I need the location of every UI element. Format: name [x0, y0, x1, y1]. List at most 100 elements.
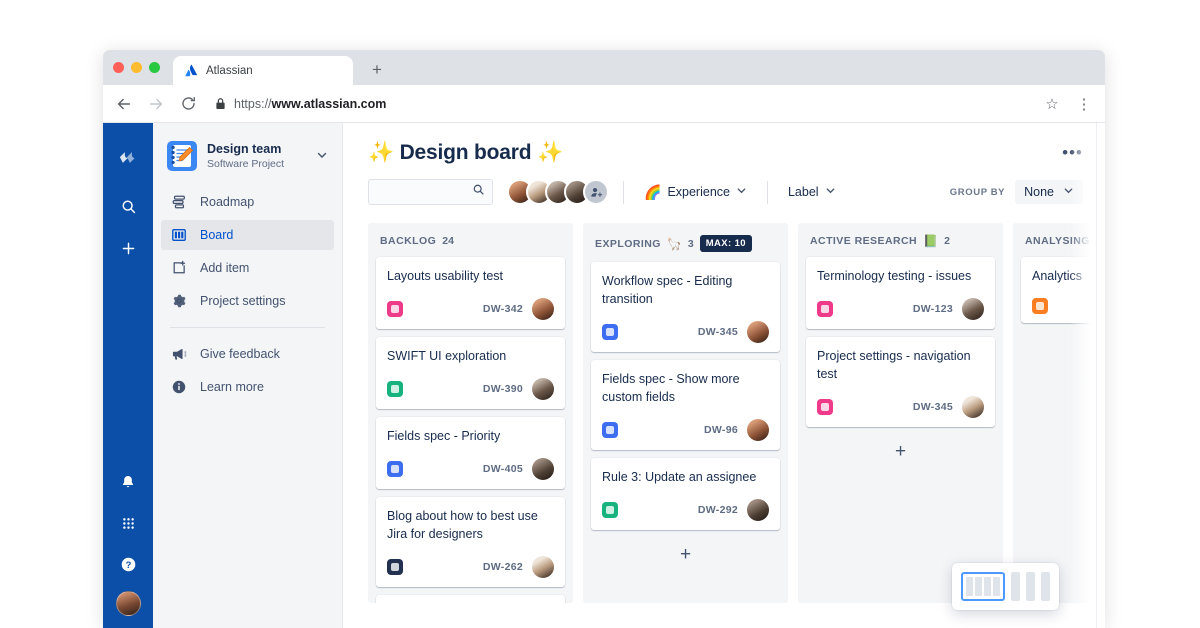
project-subtitle: Software Project — [207, 157, 285, 170]
avatar[interactable] — [532, 298, 554, 320]
sidebar-item-project-settings[interactable]: Project settings — [161, 286, 334, 316]
reload-icon[interactable] — [179, 95, 197, 113]
board-card[interactable]: Project settings - navigation test DW-34… — [806, 337, 995, 427]
llama-icon: 🦙 — [666, 236, 682, 251]
board-card[interactable]: Analytics — [1021, 257, 1105, 323]
avatar[interactable] — [532, 556, 554, 578]
board-icon — [170, 227, 187, 244]
sidebar-item-learn-more[interactable]: Learn more — [161, 372, 334, 402]
add-card-button[interactable]: + — [591, 538, 780, 572]
avatar[interactable] — [532, 458, 554, 480]
group-by-select[interactable]: None — [1015, 180, 1083, 204]
board-card[interactable]: SWIFT UI exploration DW-390 — [376, 337, 565, 409]
group-by-value: None — [1024, 185, 1054, 199]
filter-label[interactable]: Label — [782, 181, 842, 203]
card-footer: DW-405 — [387, 458, 554, 480]
filter-label: Experience — [667, 185, 730, 199]
board-card[interactable]: Fields spec - Show more custom fields DW… — [591, 360, 780, 450]
board-card[interactable]: Fields spec - Priority DW-405 — [376, 417, 565, 489]
card-title: SWIFT UI exploration — [387, 349, 507, 363]
board-layout-toggle[interactable] — [952, 563, 1059, 610]
browser-menu-icon[interactable]: ⋮ — [1075, 95, 1093, 113]
help-icon[interactable]: ? — [114, 550, 142, 578]
create-icon[interactable] — [114, 234, 142, 262]
chevron-down-icon[interactable] — [316, 149, 328, 164]
board-card[interactable]: Usage pattern on multi-line field / long… — [376, 595, 565, 603]
column-count: 3 — [687, 237, 694, 250]
url-text: https://www.atlassian.com — [234, 97, 386, 111]
card-title: Fields spec - Priority — [387, 429, 501, 443]
card-title: Layouts usability test — [387, 269, 504, 283]
issue-type-icon — [817, 301, 833, 317]
search-input-wrapper[interactable] — [368, 179, 493, 205]
board-card[interactable]: Blog about how to best use Jira for desi… — [376, 497, 565, 587]
board-card[interactable]: Layouts usability test DW-342 — [376, 257, 565, 329]
chevron-down-icon — [736, 185, 747, 199]
sidebar-item-add-item[interactable]: Add item — [161, 253, 334, 283]
issue-type-icon — [387, 559, 403, 575]
board-card[interactable]: Workflow spec - Editing transition DW-34… — [591, 262, 780, 352]
new-tab-button[interactable]: + — [366, 58, 388, 80]
avatar[interactable] — [747, 419, 769, 441]
card-footer: DW-345 — [817, 396, 984, 418]
sidebar-divider — [170, 327, 325, 328]
chevron-down-icon — [825, 185, 836, 199]
screenshot-root: Atlassian + https://www.atlassian.com ☆ … — [0, 0, 1200, 628]
board-more-menu-button[interactable]: ••• — [1062, 144, 1083, 161]
card-key: DW-262 — [482, 561, 523, 573]
minimize-window-button[interactable] — [131, 62, 142, 73]
megaphone-icon — [170, 346, 187, 363]
card-key: DW-96 — [704, 424, 738, 436]
bell-icon[interactable] — [114, 468, 142, 496]
search-icon[interactable] — [114, 192, 142, 220]
avatar[interactable] — [962, 396, 984, 418]
issue-type-icon — [387, 381, 403, 397]
filter-experience[interactable]: 🌈 Experience — [638, 180, 753, 205]
card-footer: DW-342 — [387, 298, 554, 320]
address-bar[interactable]: https://www.atlassian.com — [211, 92, 1029, 116]
avatar[interactable] — [747, 499, 769, 521]
window-controls[interactable] — [113, 62, 160, 73]
layout-option-narrow-3[interactable] — [1041, 572, 1051, 601]
card-title: Analytics — [1032, 269, 1083, 283]
global-nav-bottom: ? — [103, 468, 153, 616]
sidebar-item-roadmap[interactable]: Roadmap — [161, 187, 334, 217]
search-input[interactable] — [376, 186, 472, 198]
card-title: Blog about how to best use Jira for desi… — [387, 509, 538, 541]
avatar[interactable] — [962, 298, 984, 320]
app-switcher-icon[interactable] — [114, 509, 142, 537]
layout-option-wide[interactable] — [961, 572, 1006, 601]
sidebar-item-board[interactable]: Board — [161, 220, 334, 250]
board-column-backlog: BACKLOG 24 Layouts usability test DW-342 — [368, 223, 573, 603]
rainbow-icon: 🌈 — [644, 183, 662, 200]
card-key: DW-345 — [697, 326, 738, 338]
jira-logo-icon[interactable] — [114, 142, 142, 170]
board-card[interactable]: Terminology testing - issues DW-123 — [806, 257, 995, 329]
maximize-window-button[interactable] — [149, 62, 160, 73]
add-people-icon[interactable] — [583, 179, 609, 205]
browser-tab[interactable]: Atlassian — [173, 56, 353, 85]
url-domain: www.atlassian.com — [271, 96, 387, 111]
chevron-down-icon — [1063, 185, 1074, 199]
atlassian-logo-icon — [185, 64, 198, 77]
issue-type-icon — [387, 461, 403, 477]
assignee-avatar-group[interactable] — [507, 179, 609, 205]
card-key: DW-405 — [482, 463, 523, 475]
close-window-button[interactable] — [113, 62, 124, 73]
lock-icon — [215, 97, 226, 110]
vertical-scrollbar[interactable] — [1096, 123, 1105, 628]
board-columns: BACKLOG 24 Layouts usability test DW-342 — [343, 205, 1105, 603]
avatar[interactable] — [532, 378, 554, 400]
avatar[interactable] — [747, 321, 769, 343]
bookmark-star-icon[interactable]: ☆ — [1043, 95, 1061, 113]
sidebar-item-give-feedback[interactable]: Give feedback — [161, 339, 334, 369]
board-card[interactable]: Rule 3: Update an assignee DW-292 — [591, 458, 780, 530]
project-switcher[interactable]: Design team Software Project — [161, 137, 334, 183]
board-header: ✨ Design board ✨ ••• — [343, 123, 1105, 165]
filter-label: Label — [787, 185, 819, 199]
layout-option-narrow-1[interactable] — [1011, 572, 1021, 601]
user-avatar[interactable] — [115, 591, 141, 616]
layout-option-narrow-2[interactable] — [1026, 572, 1036, 601]
back-icon[interactable] — [115, 95, 133, 113]
add-card-button[interactable]: + — [806, 435, 995, 469]
